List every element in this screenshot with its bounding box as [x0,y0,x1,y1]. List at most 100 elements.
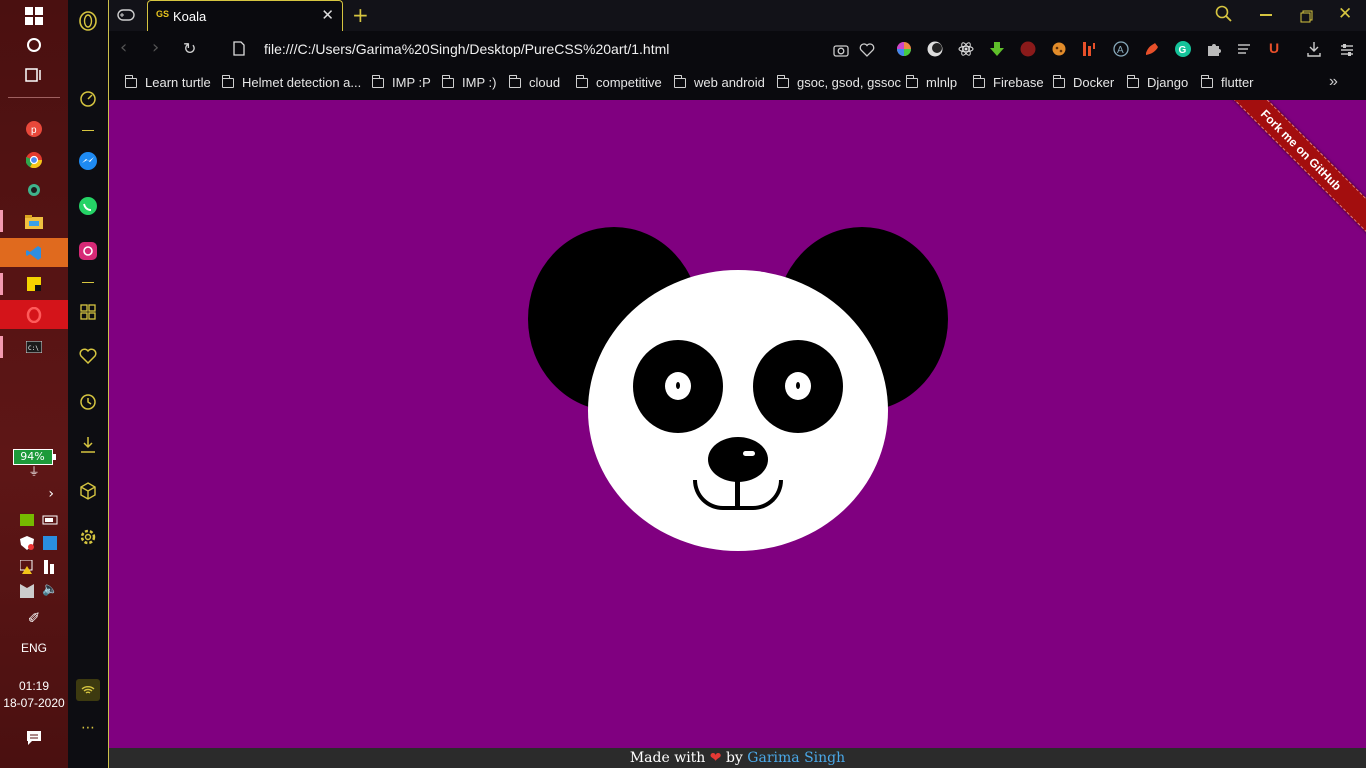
award-app-icon[interactable] [0,180,68,202]
task-view-icon[interactable] [0,64,68,86]
react-devtools-icon[interactable] [958,41,974,61]
folder-icon [371,74,384,88]
instagram-icon[interactable] [68,240,108,262]
more-dots-icon[interactable]: ⋯ [68,718,108,738]
download-toolbar-icon[interactable] [1307,41,1321,61]
bookmark-label: gsoc, gsod, gssoc [797,75,902,90]
charging-plug-icon: ⏚ [28,465,40,478]
downloads-icon[interactable] [68,434,108,456]
dark-mode-extension-icon[interactable] [927,41,943,61]
bookmarks-heart-icon[interactable] [68,345,108,367]
a-letter-extension-icon[interactable]: A [1113,41,1129,61]
vscode-icon[interactable] [0,238,68,267]
heart-icon: ❤ [709,750,722,766]
windows-start-icon[interactable] [0,4,68,28]
volume-icon[interactable]: 🔈 [42,582,58,597]
app-p-icon[interactable]: p [0,118,68,140]
bookmark-folder[interactable]: competitive [575,74,662,90]
notifications-icon[interactable] [0,728,68,748]
color-picker-extension-icon[interactable] [896,41,912,61]
bookmark-folder[interactable]: Learn turtle [124,74,211,90]
easy-setup-icon[interactable] [1340,42,1354,61]
bookmark-folder[interactable]: cloud [508,74,560,90]
opera-menu-icon[interactable] [68,8,108,34]
tab-favicon: GS [156,9,170,19]
bookmark-folder[interactable]: web android [673,74,765,90]
bookmark-folder[interactable]: mlnlp [905,74,958,90]
bookmark-folder[interactable]: Helmet detection a... [221,74,361,90]
folder-icon [776,74,789,88]
panda-right-eye [753,340,843,433]
speed-dial-icon[interactable] [68,88,108,110]
snapshot-camera-icon[interactable] [833,42,849,61]
show-hidden-icons-chevron[interactable]: › [0,485,68,503]
language-indicator[interactable]: ENG [0,641,68,655]
cortana-search-icon[interactable] [0,34,68,56]
reader-lines-icon[interactable] [1237,42,1251,61]
forward-icon[interactable]: › [152,37,159,58]
history-clock-icon[interactable] [68,391,108,413]
clock-time[interactable]: 01:19 [0,679,68,693]
bookmark-label: IMP :) [462,75,497,90]
bars-tray-icon[interactable] [44,559,56,578]
shoe-extension-icon[interactable] [1144,41,1160,61]
svg-text:p: p [31,125,37,136]
whatsapp-icon[interactable] [68,195,108,217]
bookmark-label: mlnlp [926,75,958,90]
extensions-cube-icon[interactable] [68,480,108,502]
svg-text:G: G [1179,45,1187,56]
bookmark-folder[interactable]: Django [1126,74,1188,90]
close-tab-icon[interactable]: ✕ [321,6,334,24]
fork-me-ribbon[interactable]: Fork me on GitHub [1204,100,1366,247]
more-bookmarks-chevron[interactable]: » [1329,73,1338,91]
minimize-icon[interactable] [1260,14,1272,16]
bookmark-folder[interactable]: IMP :) [441,74,497,90]
grammarly-icon[interactable]: G [1175,41,1191,61]
terminal-icon[interactable]: C:\ [0,336,68,358]
bookmark-folder[interactable]: flutter [1200,74,1254,90]
vpn-wifi-icon[interactable] [68,678,108,702]
workspaces-icon[interactable] [68,301,108,323]
bookmarks-bar: Learn turtle Helmet detection a... IMP :… [109,68,1366,100]
folder-icon [972,74,985,88]
close-window-icon[interactable]: ✕ [1338,4,1352,24]
reload-icon[interactable]: ↻ [183,39,196,58]
tab-koala[interactable]: GS Koala ✕ [147,0,343,31]
clock-date[interactable]: 18-07-2020 [0,696,68,710]
mcafee-tray-icon[interactable] [20,583,34,602]
settings-gear-icon[interactable] [68,526,108,548]
footer-made-with: Made with [629,750,706,766]
messenger-icon[interactable] [68,150,108,172]
power-tray-icon[interactable] [42,511,60,530]
app-tray-icon[interactable] [43,535,57,554]
url-field[interactable]: file:///C:/Users/Garima%20Singh/Desktop/… [264,41,669,57]
folder-icon [673,74,686,88]
red-circle-extension-icon[interactable] [1020,41,1036,61]
download-arrow-extension-icon[interactable] [989,41,1005,61]
file-explorer-icon[interactable] [0,211,68,233]
chrome-icon[interactable] [0,149,68,171]
sticky-notes-icon[interactable] [0,273,68,295]
game-controller-icon[interactable] [117,7,135,27]
restore-icon[interactable] [1300,8,1313,27]
warning-tray-icon[interactable] [19,559,34,578]
bookmark-heart-icon[interactable] [859,42,875,61]
bookmark-folder[interactable]: gsoc, gsod, gssoc [776,74,902,90]
defender-tray-icon[interactable] [20,535,34,554]
bookmark-folder[interactable]: Docker [1052,74,1114,90]
pen-workspace-icon[interactable]: ✐ [0,608,68,628]
nvidia-tray-icon[interactable] [20,511,34,530]
back-icon[interactable]: ‹ [120,37,127,58]
author-link[interactable]: Garima Singh [747,750,845,766]
bars-extension-icon[interactable] [1082,41,1096,61]
new-tab-icon[interactable]: + [352,3,369,27]
folder-icon [575,74,588,88]
search-tabs-icon[interactable] [1215,5,1233,27]
cookie-extension-icon[interactable] [1051,41,1067,61]
bookmark-folder[interactable]: Firebase [972,74,1044,90]
bookmark-folder[interactable]: IMP :P [371,74,431,90]
svg-text:C:\: C:\ [28,345,39,352]
ublock-icon[interactable]: U [1269,40,1279,56]
opera-icon[interactable] [0,300,68,329]
extensions-puzzle-icon[interactable] [1206,41,1222,61]
